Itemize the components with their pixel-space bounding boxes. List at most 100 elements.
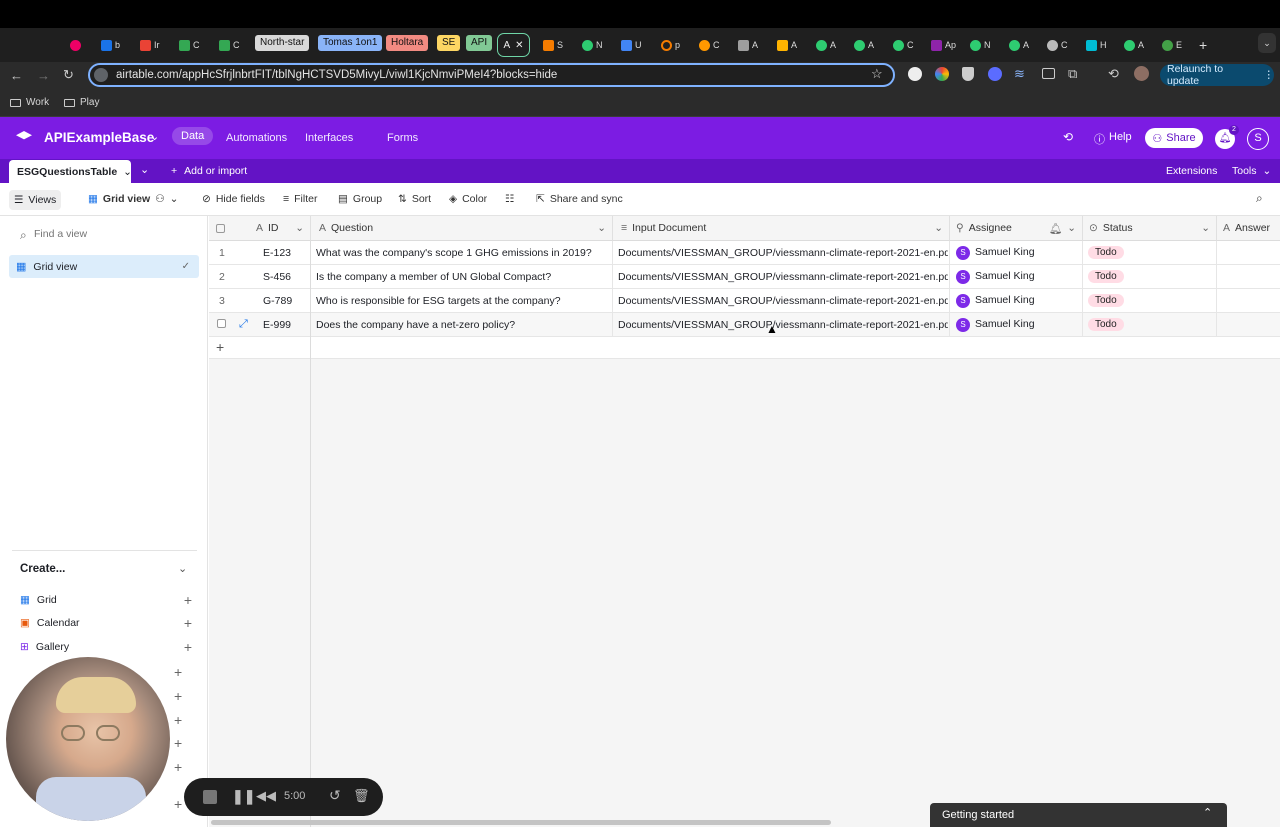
tab-gmail[interactable]: Ir (140, 36, 160, 54)
user-avatar[interactable]: S (1247, 128, 1269, 150)
tab-search-button[interactable]: ⌄ (1258, 33, 1276, 53)
relaunch-button[interactable]: Relaunch to update ⋮ (1160, 63, 1274, 87)
views-button[interactable]: ☰ Views (9, 190, 62, 210)
tab-c[interactable]: C (699, 36, 720, 54)
tab-chip-api[interactable]: API (466, 35, 493, 51)
image-icon[interactable] (1042, 68, 1055, 79)
chevron-down-icon[interactable]: ⌄ (1067, 222, 1076, 234)
create-grid[interactable]: ▦ Grid + (20, 593, 192, 607)
tab-a5[interactable]: A (1009, 36, 1029, 54)
url-bar[interactable]: airtable.com/appHcSfrjlnbrtFIT/tblNgHCTS… (88, 63, 895, 87)
chevron-down-icon[interactable]: ⌄ (1201, 222, 1210, 234)
restart-icon[interactable]: ↺ (329, 787, 341, 804)
bell-icon[interactable]: 🔔︎ (1049, 222, 1062, 235)
table-row[interactable]: 1 E-123 What was the company's scope 1 G… (209, 241, 1280, 265)
extensions-button[interactable]: Extensions (1166, 165, 1217, 177)
chevron-down-icon[interactable]: ⌄ (140, 163, 149, 176)
column-header-assignee[interactable]: ⚲ Assignee 🔔︎ ⌄ (950, 216, 1083, 241)
tab-n2[interactable]: N (970, 36, 991, 54)
site-info-icon[interactable] (94, 68, 108, 82)
tab-a4[interactable]: A (854, 36, 874, 54)
puzzle-icon[interactable]: ⧉ (1068, 66, 1077, 82)
horizontal-scrollbar[interactable] (211, 820, 831, 825)
bookmark-folder-work[interactable]: Work (10, 97, 49, 108)
color-button[interactable]: ◈ Color (449, 193, 487, 205)
tab-chip-tomas[interactable]: Tomas 1on1 (318, 35, 383, 51)
shield-icon[interactable] (962, 67, 974, 81)
chevron-down-icon[interactable]: ⌄ (178, 562, 187, 575)
table-row[interactable]: 3 G-789 Who is responsible for ESG targe… (209, 289, 1280, 313)
group-button[interactable]: ▤ Group (338, 193, 382, 205)
tab-h[interactable]: H (1086, 36, 1107, 54)
add-row[interactable]: + (209, 337, 1280, 359)
table-tab[interactable]: ESGQuestionsTable ⌄ (9, 160, 132, 183)
sync-icon[interactable]: ⟲ (1108, 66, 1119, 82)
help-button[interactable]: ⓘ Help (1094, 131, 1132, 147)
tab-automations[interactable]: Automations (226, 132, 287, 144)
tools-button[interactable]: Tools ⌄ (1232, 165, 1271, 177)
new-tab-button[interactable]: + (1199, 36, 1207, 54)
close-icon[interactable]: ✕ (515, 40, 523, 51)
table-row[interactable]: ⤢ E-999 Does the company have a net-zero… (209, 313, 1280, 337)
column-header-status[interactable]: ⊙ Status ⌄ (1083, 216, 1217, 241)
tab-a2[interactable]: A (777, 36, 797, 54)
create-gallery[interactable]: ⊞ Gallery + (20, 640, 192, 654)
base-name[interactable]: APIExampleBase (44, 130, 154, 145)
tab-sheets-1[interactable]: C (179, 36, 200, 54)
history-icon[interactable]: ⟲ (1063, 130, 1073, 144)
find-view-input[interactable] (34, 228, 194, 240)
select-all-checkbox[interactable] (216, 223, 225, 233)
sidebar-item-grid-view[interactable]: ▦ Grid view ✓ (9, 255, 199, 278)
waveform-icon[interactable]: ≋ (1014, 66, 1025, 82)
expand-icon[interactable]: ⤢ (239, 318, 248, 331)
colorwheel-extension-icon[interactable] (935, 67, 949, 81)
tab-e[interactable]: E (1162, 36, 1182, 54)
pause-button[interactable]: ❚❚ (232, 788, 255, 805)
extension-icon[interactable] (908, 67, 922, 81)
tab-n[interactable]: N (582, 36, 603, 54)
tab-sheets-2[interactable]: C (219, 36, 240, 54)
plus-icon[interactable]: + (174, 712, 182, 728)
share-sync-button[interactable]: ⇱ Share and sync (536, 193, 623, 205)
tab-ap[interactable]: Ap (931, 36, 956, 54)
gear-extension-icon[interactable] (988, 67, 1002, 81)
rewind-button[interactable]: ◀◀ (256, 788, 276, 804)
chevron-down-icon[interactable]: ⌄ (934, 222, 943, 234)
chevron-down-icon[interactable]: ⌄ (295, 222, 304, 234)
filter-button[interactable]: ≡ Filter (283, 193, 317, 205)
column-header-input-document[interactable]: ≡ Input Document ⌄ (613, 216, 950, 241)
tab-data[interactable]: Data (172, 127, 214, 145)
add-or-import-button[interactable]: + Add or import (171, 165, 247, 177)
plus-icon[interactable]: + (174, 759, 182, 775)
tab-chip-north-star[interactable]: North-star (255, 35, 310, 51)
column-header-question[interactable]: A Question ⌄ (311, 216, 613, 241)
plus-icon[interactable]: + (174, 735, 182, 751)
tab-a6[interactable]: A (1124, 36, 1144, 54)
recording-tab[interactable] (70, 36, 81, 54)
getting-started-panel[interactable]: Getting started ⌃ (930, 803, 1227, 827)
create-calendar[interactable]: ▣ Calendar + (20, 616, 192, 630)
share-button[interactable]: ⚇ Share (1145, 128, 1203, 148)
hide-fields-button[interactable]: ⊘ Hide fields (202, 193, 265, 205)
plus-icon[interactable]: + (184, 593, 192, 607)
plus-icon[interactable]: + (174, 796, 182, 812)
plus-icon[interactable]: + (216, 339, 224, 355)
chevron-down-icon[interactable]: ⌄ (150, 130, 159, 143)
create-section-label[interactable]: Create... (20, 563, 65, 575)
active-tab[interactable]: A ✕ (497, 33, 530, 57)
back-arrow-icon[interactable]: ← (10, 68, 23, 83)
column-header-answer[interactable]: A Answer (1217, 216, 1280, 241)
tab-c3[interactable]: C (1047, 36, 1068, 54)
plus-icon[interactable]: + (184, 640, 192, 654)
stop-button[interactable] (203, 790, 217, 804)
chevron-up-icon[interactable]: ⌃ (1203, 806, 1212, 819)
bookmark-folder-play[interactable]: Play (64, 97, 99, 108)
avatar[interactable] (1134, 66, 1149, 81)
row-checkbox[interactable] (217, 319, 226, 328)
table-row[interactable]: 2 S-456 Is the company a member of UN Gl… (209, 265, 1280, 289)
grid-view-switcher[interactable]: ▦ Grid view ⚇ ⌄ (88, 193, 178, 205)
tab-forms[interactable]: Forms (387, 132, 418, 144)
tab-c2[interactable]: C (893, 36, 914, 54)
plus-icon[interactable]: + (174, 664, 182, 680)
tab-p[interactable]: p (661, 36, 680, 54)
